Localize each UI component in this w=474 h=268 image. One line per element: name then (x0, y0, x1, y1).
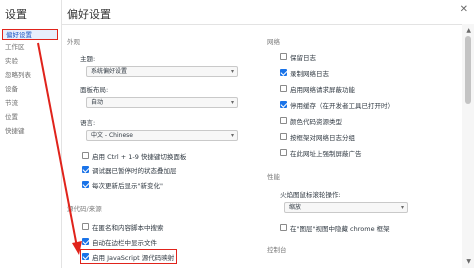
chevron-down-icon: ▾ (230, 68, 234, 75)
language-label: 语言: (80, 119, 96, 127)
section-appearance: 外观 (67, 38, 80, 46)
language-select[interactable]: 中文 - Chinese ▾ (86, 130, 238, 141)
checkbox[interactable] (280, 85, 287, 92)
settings-sidebar: 设置 偏好设置 工作区 实验 忽略列表 设备 节流 位置 快捷键 (0, 0, 62, 268)
sidebar-item-throttling[interactable]: 节流 (2, 98, 58, 109)
chevron-down-icon: ▾ (230, 132, 234, 139)
checkbox-label: 每次更新后显示"新变化" (92, 181, 163, 190)
annotation-highlight-box (80, 249, 177, 264)
panel-layout-select[interactable]: 自动 ▾ (86, 97, 238, 108)
checkbox-row-color-code-resources[interactable]: 颜色代码资源类型 (280, 115, 342, 126)
checkbox-row-hide-chrome-frame[interactable]: 在"图层"视图中隐藏 chrome 框架 (280, 222, 390, 233)
checkbox-row-force-ad-blocking[interactable]: 在此网址上强制屏蔽广告 (280, 147, 362, 158)
theme-select[interactable]: 系统偏好设置 ▾ (86, 66, 238, 77)
checkbox-label: 启用网络请求屏蔽功能 (290, 85, 355, 94)
language-select-value: 中文 - Chinese (91, 132, 133, 139)
checkbox-label: 颜色代码资源类型 (290, 117, 342, 126)
checkbox[interactable] (280, 149, 287, 156)
checkbox-row-auto-reveal[interactable]: 自动在边栏中显示文件 (82, 236, 157, 247)
chevron-down-icon: ▾ (230, 99, 234, 106)
sidebar-item-experiments[interactable]: 实验 (2, 56, 58, 67)
page-title: 偏好设置 (67, 8, 111, 21)
checkbox-label: 启用 Ctrl + 1-9 快捷键切换面板 (92, 152, 187, 161)
checkbox[interactable] (82, 166, 89, 173)
checkbox[interactable] (280, 69, 287, 76)
checkbox[interactable] (280, 224, 287, 231)
panel-layout-select-value: 自动 (91, 99, 104, 106)
theme-select-value: 系统偏好设置 (91, 68, 128, 75)
checkbox-row-whats-new[interactable]: 每次更新后显示"新变化" (82, 179, 163, 190)
checkbox-label: 在匿名和内容脚本中搜索 (92, 223, 164, 232)
section-console: 控制台 (267, 246, 287, 254)
checkbox[interactable] (82, 152, 89, 159)
checkbox[interactable] (82, 238, 89, 245)
checkbox[interactable] (280, 117, 287, 124)
chevron-down-icon: ▾ (400, 204, 404, 211)
flamechart-wheel-select-value: 缩放 (289, 204, 302, 211)
checkbox[interactable] (82, 223, 89, 230)
checkbox-row-preserve-log[interactable]: 保留日志 (280, 51, 316, 62)
checkbox-row-record-network-log[interactable]: 录制网络日志 (280, 67, 329, 78)
flamechart-wheel-label: 火焰图鼠标滚轮操作: (280, 191, 341, 199)
checkbox-row-request-blocking[interactable]: 启用网络请求屏蔽功能 (280, 83, 355, 94)
sidebar-item-shortcuts[interactable]: 快捷键 (2, 126, 58, 137)
sidebar-item-devices[interactable]: 设备 (2, 84, 58, 95)
sidebar-item-ignore-list[interactable]: 忽略列表 (2, 70, 58, 81)
theme-label: 主题: (80, 55, 96, 63)
checkbox-row-paused-overlay[interactable]: 调试器已暂停时的状态叠加层 (82, 164, 177, 175)
checkbox-label: 按框架对网络日志分组 (290, 133, 355, 142)
checkbox-label: 在此网址上强制屏蔽广告 (290, 149, 362, 158)
checkbox[interactable] (280, 133, 287, 140)
checkbox-label: 录制网络日志 (290, 69, 329, 78)
section-network: 网络 (267, 38, 280, 46)
checkbox[interactable] (280, 101, 287, 108)
sidebar-item-preferences[interactable]: 偏好设置 (2, 29, 58, 40)
header-divider (62, 24, 462, 25)
scroll-down-icon[interactable]: ▼ (466, 258, 471, 265)
checkbox-row-disable-cache[interactable]: 停用缓存（在开发者工具已打开时） (280, 99, 394, 110)
checkbox-label: 调试器已暂停时的状态叠加层 (92, 166, 177, 175)
scrollbar-thumb[interactable] (465, 36, 471, 104)
checkbox-label: 自动在边栏中显示文件 (92, 238, 157, 247)
sidebar-item-workspace[interactable]: 工作区 (2, 42, 58, 53)
checkbox[interactable] (82, 181, 89, 188)
checkbox-row-group-by-frame[interactable]: 按框架对网络日志分组 (280, 131, 355, 142)
flamechart-wheel-select[interactable]: 缩放 ▾ (284, 202, 408, 213)
checkbox-label: 停用缓存（在开发者工具已打开时） (290, 101, 394, 110)
panel-layout-label: 面板布局: (80, 86, 109, 94)
checkbox[interactable] (280, 53, 287, 60)
checkbox-row-search-anonymous[interactable]: 在匿名和内容脚本中搜索 (82, 221, 164, 232)
checkbox-row-ctrl-shortcuts[interactable]: 启用 Ctrl + 1-9 快捷键切换面板 (82, 150, 186, 161)
sidebar-item-locations[interactable]: 位置 (2, 112, 58, 123)
section-sources: 源代码/来源 (67, 205, 102, 213)
checkbox-label: 在"图层"视图中隐藏 chrome 框架 (290, 224, 390, 233)
section-performance: 性能 (267, 173, 280, 181)
scroll-up-icon[interactable]: ▲ (466, 27, 471, 34)
close-icon[interactable]: ✕ (460, 4, 468, 15)
sidebar-title: 设置 (5, 8, 27, 21)
checkbox-label: 保留日志 (290, 53, 316, 62)
